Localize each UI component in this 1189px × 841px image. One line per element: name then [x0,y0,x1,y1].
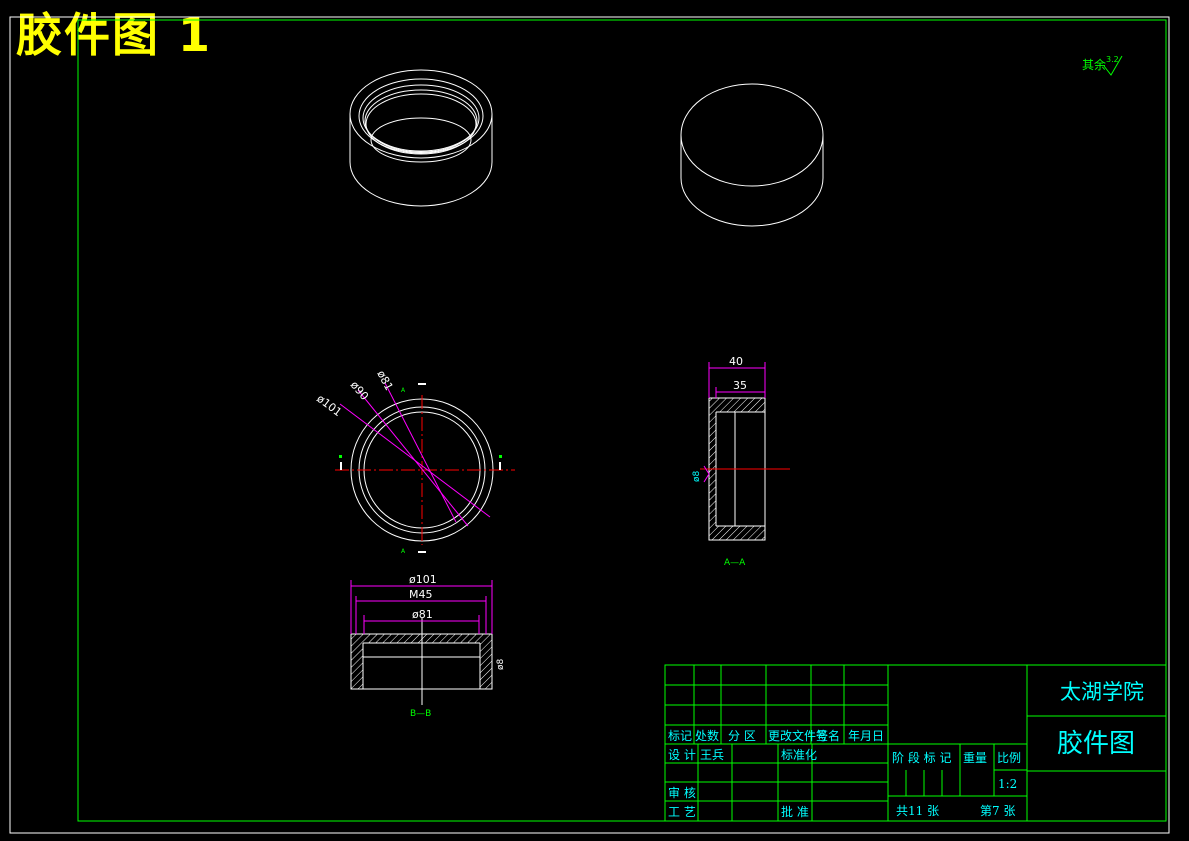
weight-label: 重量 [963,751,987,765]
designer-name: 王兵 [700,748,724,762]
hdr-sign: 签名 [816,728,840,743]
roughness-prefix: 其余 [1082,57,1106,72]
dim-bb-m45: M45 [409,588,433,601]
dim-bb-101: ø101 [409,573,437,586]
drawing-canvas: 胶件图 1 其余 3.2 A A ø101 ø90 ø81 40 35 ø8 A… [0,0,1189,841]
total-sheets: 共11 张 [896,804,939,818]
dim-top-90: ø90 [348,379,371,403]
dim-aa-8: ø8 [692,470,702,482]
cut-label-a-bottom: A [401,548,406,555]
hdr-count: 处数 [695,728,719,743]
drawing-name: 胶件图 [1057,729,1135,759]
title-block-text: 太湖学院 胶件图 标记 处数 分 区 更改文件号 签名 年月日 设 计 王兵 标… [668,680,1144,819]
cad-drawing: 其余 3.2 A A ø101 ø90 ø81 40 35 ø8 A—A ø10… [9,16,1170,834]
process-label: 工 艺 [668,805,696,819]
section-bb: ø101 M45 ø81 ø8 B—B [350,573,506,719]
hdr-date: 年月日 [848,729,884,743]
scale-value: 1:2 [998,777,1017,791]
inner-border [77,19,1167,822]
roughness-value: 3.2 [1106,55,1119,64]
dim-top-81: ø81 [374,368,395,392]
top-view: A A ø101 ø90 ø81 [314,368,515,555]
hdr-zone: 分 区 [728,729,756,743]
standardize-label: 标准化 [781,748,817,762]
dim-aa-35: 35 [733,379,747,392]
scale-label: 比例 [997,751,1021,765]
dim-bb-8: ø8 [496,658,506,670]
outer-border [9,16,1170,834]
dim-top-101: ø101 [314,392,344,419]
approve-label: 批 准 [781,804,809,819]
cut-label-a-top: A [401,387,406,394]
dim-bb-81: ø81 [412,608,433,621]
design-label: 设 计 [668,748,696,762]
label-section-aa: A—A [724,558,746,568]
section-aa: 40 35 ø8 A—A [692,355,790,568]
iso-view-closed-cup [680,83,824,227]
review-label: 审 核 [668,785,696,800]
hdr-mark: 标记 [668,729,692,743]
sheet-number: 第7 张 [980,804,1015,818]
label-section-bb: B—B [410,709,431,719]
iso-view-threaded-cup [349,69,493,207]
stage-label: 阶 段 标 记 [892,750,951,765]
surface-roughness-note: 其余 3.2 [1082,55,1123,76]
dim-aa-40: 40 [729,355,743,368]
school-name: 太湖学院 [1060,680,1144,704]
